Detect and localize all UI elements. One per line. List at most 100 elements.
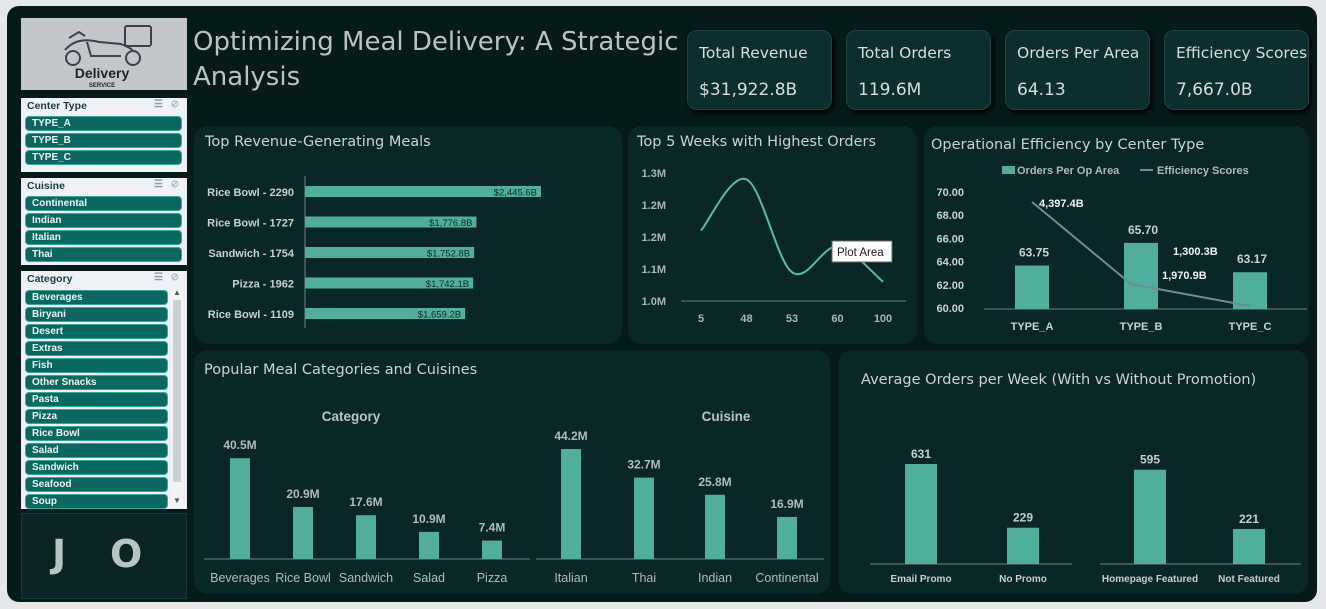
x-tick-label: Italian bbox=[554, 571, 587, 585]
data-label: 7.4M bbox=[479, 521, 506, 535]
slicer-item-continental[interactable]: Continental bbox=[25, 196, 182, 211]
kpi-orders-per-area: Orders Per Area 64.13 bbox=[1005, 30, 1150, 110]
bar bbox=[561, 449, 581, 559]
legend-label: Efficiency Scores bbox=[1157, 165, 1249, 177]
kpi-label: Efficiency Scores bbox=[1176, 44, 1308, 62]
category-list: Beverages Biryani Desert Extras Fish Oth… bbox=[21, 288, 168, 511]
x-tick-label: 48 bbox=[740, 313, 752, 325]
tooltip-text: Plot Area bbox=[837, 247, 884, 259]
center-type-slicer: Center Type ☰ ⊘ TYPE_A TYPE_B TYPE_C bbox=[21, 98, 187, 172]
multi-select-icon[interactable]: ☰ bbox=[154, 272, 163, 283]
slicer-title: Center Type bbox=[27, 100, 87, 112]
clear-filter-icon[interactable]: ⊘ bbox=[171, 179, 179, 190]
efficiency-chart: Orders Per Op Area Efficiency Scores 70.00… bbox=[936, 165, 1307, 333]
bar bbox=[1015, 265, 1049, 309]
promo-chart-card: Average Orders per Week (With vs Without… bbox=[838, 350, 1308, 594]
revenue-chart: Rice Bowl - 2290 $2,445.6B Rice Bowl - 172… bbox=[207, 176, 541, 328]
y-tick-label: 66.00 bbox=[936, 233, 964, 245]
y-tick-label: 1.2M bbox=[642, 200, 666, 212]
delivery-service-logo: Delivery SERVICE bbox=[21, 18, 187, 90]
multi-select-icon[interactable]: ☰ bbox=[154, 179, 163, 190]
slicer-item-extras[interactable]: Extras bbox=[25, 341, 168, 356]
page-title: Optimizing Meal Delivery: A Strategic An… bbox=[193, 27, 679, 92]
x-tick-label: TYPE_C bbox=[1229, 321, 1272, 333]
slicer-item-soup[interactable]: Soup bbox=[25, 494, 168, 509]
slicer-item-type-b[interactable]: TYPE_B bbox=[25, 133, 182, 148]
data-label: $1,776.8B bbox=[429, 218, 472, 229]
category-label: Rice Bowl - 1727 bbox=[207, 218, 294, 230]
slicer-item-rice-bowl[interactable]: Rice Bowl bbox=[25, 426, 168, 441]
clear-filter-icon[interactable]: ⊘ bbox=[171, 272, 179, 283]
weeks-chart: 1.3M 1.2M 1.2M 1.1M 1.0M 5 48 53 60 100 Plot Area bbox=[642, 168, 906, 325]
kpi-label: Total Revenue bbox=[699, 44, 808, 62]
kpi-label: Orders Per Area bbox=[1017, 44, 1140, 62]
monogram-right: O bbox=[110, 532, 143, 576]
bar bbox=[1124, 242, 1158, 309]
x-tick-label: Thai bbox=[632, 571, 656, 585]
y-tick-label: 70.00 bbox=[936, 187, 964, 199]
kpi-label: Total Orders bbox=[858, 44, 952, 62]
slicer-item-pizza[interactable]: Pizza bbox=[25, 409, 168, 424]
bar bbox=[905, 464, 937, 564]
x-tick-label: 100 bbox=[874, 313, 892, 325]
category-label: Sandwich - 1754 bbox=[208, 248, 294, 260]
logo-subtext: SERVICE bbox=[89, 83, 115, 89]
y-tick-label: 1.2M bbox=[642, 232, 666, 244]
legend-label: Orders Per Op Area bbox=[1017, 165, 1120, 177]
bar bbox=[705, 494, 725, 559]
line-data-label: 1,300.3B bbox=[1173, 246, 1218, 258]
logo-text: Delivery bbox=[75, 65, 130, 81]
kpi-efficiency-scores: Efficiency Scores 7,667.0B bbox=[1164, 30, 1309, 110]
scroll-down-icon[interactable]: ▼ bbox=[171, 496, 183, 506]
slicer-item-sandwich[interactable]: Sandwich bbox=[25, 460, 168, 475]
slicer-item-desert[interactable]: Desert bbox=[25, 324, 168, 339]
slicer-item-other-snacks[interactable]: Other Snacks bbox=[25, 375, 168, 390]
y-tick-label: 62.00 bbox=[936, 280, 964, 292]
data-label: 63.75 bbox=[1019, 246, 1049, 260]
y-tick-label: 68.00 bbox=[936, 210, 964, 222]
popular-chart: Category 40.5M Beverages 20.9M Rice Bowl 17.6… bbox=[204, 409, 824, 585]
kpi-value: 7,667.0B bbox=[1176, 80, 1253, 100]
slicer-item-salad[interactable]: Salad bbox=[25, 443, 168, 458]
multi-select-icon[interactable]: ☰ bbox=[154, 99, 163, 110]
bar bbox=[293, 506, 313, 559]
kpi-value: 64.13 bbox=[1017, 80, 1066, 100]
data-label: 221 bbox=[1239, 512, 1259, 526]
data-label: 631 bbox=[911, 447, 931, 461]
efficiency-chart-card: Operational Efficiency by Center Type Or… bbox=[924, 126, 1309, 344]
data-label: 20.9M bbox=[286, 487, 319, 501]
category-slicer: Category ☰ ⊘ Beverages Biryani Desert Extr… bbox=[21, 271, 187, 509]
slicer-item-beverages[interactable]: Beverages bbox=[25, 290, 168, 305]
slicer-title: Category bbox=[27, 273, 73, 285]
category-label: Rice Bowl - 2290 bbox=[207, 187, 294, 199]
slicer-title: Cuisine bbox=[27, 180, 65, 192]
slicer-item-type-c[interactable]: TYPE_C bbox=[25, 150, 182, 165]
slicer-item-thai[interactable]: Thai bbox=[25, 247, 182, 262]
y-tick-label: 60.00 bbox=[936, 303, 964, 315]
slicer-item-seafood[interactable]: Seafood bbox=[25, 477, 168, 492]
category-scrollbar[interactable]: ▲ ▼ bbox=[171, 288, 183, 506]
slicer-item-type-a[interactable]: TYPE_A bbox=[25, 116, 182, 131]
data-label: 10.9M bbox=[412, 512, 445, 526]
data-label: 25.8M bbox=[698, 475, 731, 489]
clear-filter-icon[interactable]: ⊘ bbox=[171, 99, 179, 110]
x-tick-label: TYPE_B bbox=[1120, 321, 1163, 333]
scroll-up-icon[interactable]: ▲ bbox=[171, 288, 183, 298]
x-tick-label: Email Promo bbox=[890, 574, 951, 585]
slicer-item-biryani[interactable]: Biryani bbox=[25, 307, 168, 322]
slicer-item-fish[interactable]: Fish bbox=[25, 358, 168, 373]
data-label: 32.7M bbox=[627, 458, 660, 472]
monogram-logo: J O bbox=[21, 513, 187, 599]
bar bbox=[1134, 469, 1166, 564]
slicer-item-italian[interactable]: Italian bbox=[25, 230, 182, 245]
slicer-item-pasta[interactable]: Pasta bbox=[25, 392, 168, 407]
x-tick-label: 60 bbox=[831, 313, 843, 325]
bar bbox=[634, 477, 654, 559]
x-tick-label: TYPE_A bbox=[1011, 321, 1054, 333]
scroll-thumb[interactable] bbox=[173, 300, 181, 482]
data-label: $1,659.2B bbox=[418, 310, 461, 321]
bar bbox=[777, 516, 797, 559]
slicer-item-indian[interactable]: Indian bbox=[25, 213, 182, 228]
data-label: $1,742.1B bbox=[426, 279, 469, 290]
bar bbox=[1007, 527, 1039, 564]
